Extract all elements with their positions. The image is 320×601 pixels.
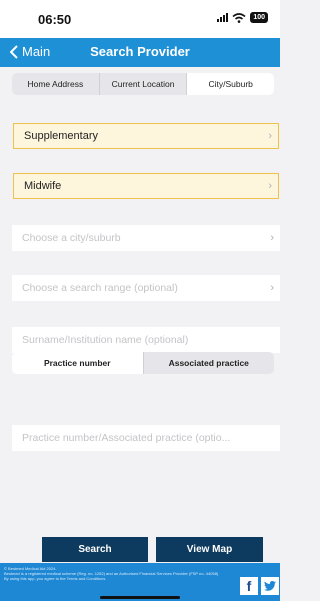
- search-range-selector[interactable]: Choose a search range (optional) ›: [12, 275, 280, 301]
- practice-toggle: Practice number Associated practice: [12, 352, 274, 374]
- facebook-icon[interactable]: f: [240, 577, 258, 595]
- practice-number-input[interactable]: [22, 432, 280, 444]
- home-indicator: [100, 596, 180, 599]
- midwife-selector[interactable]: Midwife ›: [13, 173, 279, 199]
- tab-home-address[interactable]: Home Address: [12, 73, 100, 95]
- footer-terms-link[interactable]: By using this app, you agree to the Term…: [4, 576, 229, 581]
- associated-practice-option[interactable]: Associated practice: [144, 352, 275, 374]
- search-button[interactable]: Search: [42, 537, 148, 562]
- status-bar: 06:50 100: [0, 0, 280, 38]
- city-suburb-selector[interactable]: Choose a city/suburb ›: [12, 225, 280, 251]
- surname-field-container: [12, 327, 280, 353]
- signal-icon: [217, 13, 229, 22]
- status-icons: 100: [217, 12, 268, 23]
- chevron-right-icon: ›: [270, 232, 274, 244]
- wifi-icon: [232, 12, 246, 23]
- tab-current-location[interactable]: Current Location: [100, 73, 188, 95]
- chevron-right-icon: ›: [270, 282, 274, 294]
- chevron-right-icon: ›: [268, 180, 272, 192]
- chevron-right-icon: ›: [268, 130, 272, 142]
- footer-legal-text: © Bestmed Medical Aid 2024. Bestmed is a…: [4, 566, 229, 582]
- practice-field-container: [12, 425, 280, 451]
- supplementary-label: Supplementary: [24, 130, 98, 142]
- twitter-bird-icon: [264, 581, 276, 591]
- city-suburb-placeholder: Choose a city/suburb: [22, 232, 121, 244]
- practice-number-option[interactable]: Practice number: [12, 352, 144, 374]
- battery-icon: 100: [250, 12, 268, 23]
- surname-input[interactable]: [22, 334, 280, 346]
- view-map-button[interactable]: View Map: [156, 537, 263, 562]
- page-title: Search Provider: [90, 44, 190, 59]
- tab-city-suburb[interactable]: City/Suburb: [187, 73, 274, 95]
- supplementary-selector[interactable]: Supplementary ›: [13, 123, 279, 149]
- nav-bar: Main Search Provider: [0, 38, 280, 67]
- midwife-label: Midwife: [24, 180, 62, 192]
- status-time: 06:50: [38, 12, 72, 27]
- twitter-icon[interactable]: [261, 577, 279, 595]
- location-tabs: Home Address Current Location City/Subur…: [12, 73, 274, 95]
- search-range-placeholder: Choose a search range (optional): [22, 282, 178, 294]
